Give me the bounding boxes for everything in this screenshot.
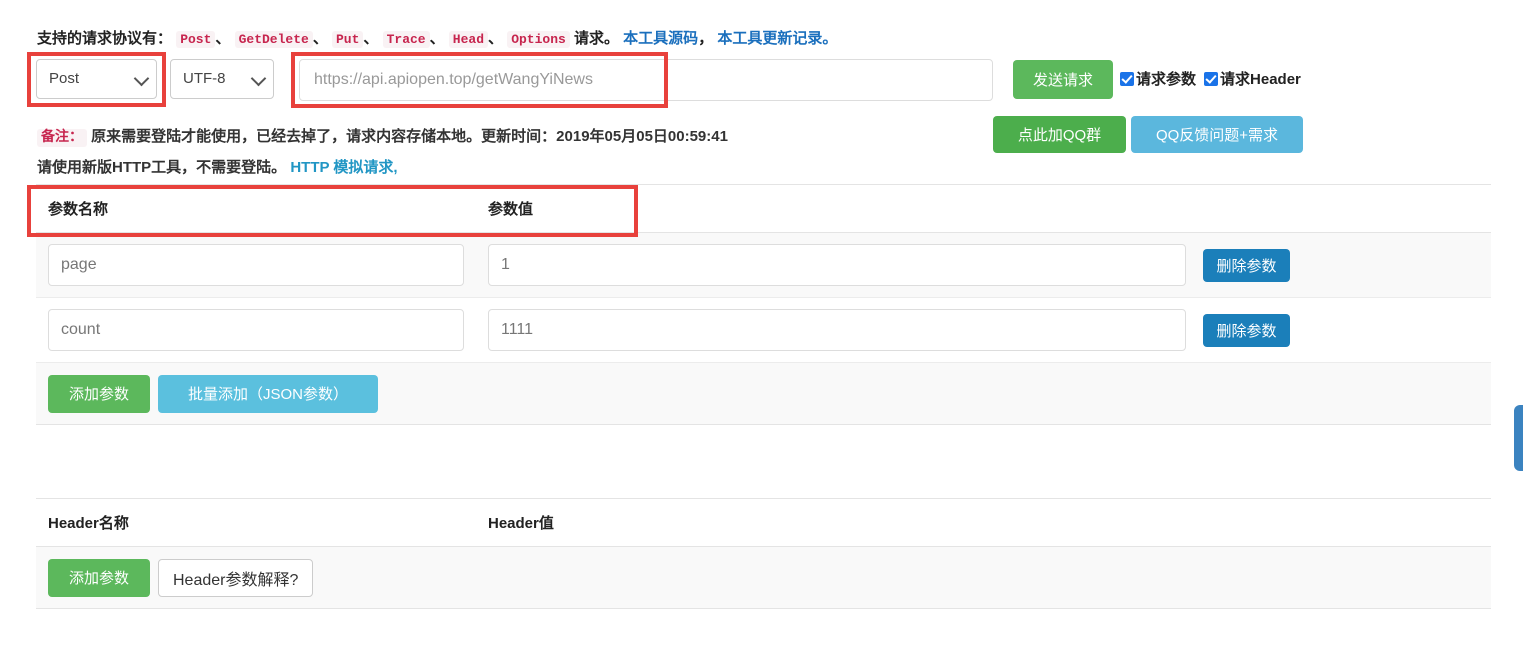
param-action-cell: 删除参数 — [1191, 313, 1491, 347]
note-block: 备注： 原来需要登陆才能使用，已经去掉了，请求内容存储本地。更新时间：2019年… — [37, 122, 728, 183]
method-tag-options: Options — [507, 31, 570, 48]
request-params-checkbox[interactable] — [1120, 72, 1134, 86]
chevron-down-icon — [133, 70, 150, 87]
send-request-button[interactable]: 发送请求 — [1013, 60, 1113, 99]
protocol-separator: 、 — [312, 30, 328, 47]
header-help-button[interactable]: Header参数解释? — [158, 558, 314, 597]
header-col-name: Header名称 — [48, 515, 129, 532]
params-table-footer: 添加参数 批量添加（JSON参数） — [36, 363, 1491, 425]
param-name-cell — [36, 244, 476, 286]
param-name-input[interactable] — [48, 244, 464, 286]
table-row: 删除参数 — [36, 233, 1491, 298]
method-select-value: Post — [49, 70, 80, 87]
method-select[interactable]: Post — [36, 59, 157, 99]
param-action-cell: 删除参数 — [1191, 248, 1491, 282]
charset-select-value: UTF-8 — [183, 70, 226, 87]
protocol-separator: 、 — [215, 30, 231, 47]
protocol-separator: 、 — [363, 30, 379, 47]
update-log-link[interactable]: 本工具更新记录。 — [717, 30, 837, 47]
link-separator: ， — [698, 30, 714, 47]
add-header-button[interactable]: 添加参数 — [48, 558, 150, 597]
note-tag: 备注： — [37, 129, 87, 147]
param-value-cell — [476, 309, 1191, 351]
headers-table-header: Header名称 Header值 — [36, 499, 1491, 547]
param-name-input[interactable] — [48, 309, 464, 351]
delete-param-button[interactable]: 删除参数 — [1203, 313, 1290, 347]
method-tag-put: Put — [332, 31, 364, 48]
request-header-label: 请求Header — [1220, 71, 1301, 88]
param-value-input[interactable] — [488, 309, 1186, 351]
request-params-label: 请求参数 — [1136, 71, 1197, 88]
method-tag-getdelete: GetDelete — [234, 31, 313, 48]
note-line-1: 原来需要登陆才能使用，已经去掉了，请求内容存储本地。更新时间：2019年05月0… — [91, 128, 728, 145]
note-line-2-prefix: 请使用新版HTTP工具，不需要登陆。 — [37, 159, 287, 176]
header-col-value: Header值 — [488, 515, 554, 532]
source-code-link[interactable]: 本工具源码 — [623, 30, 698, 47]
param-value-input[interactable] — [488, 244, 1186, 286]
param-name-cell — [36, 309, 476, 351]
http-simulate-request-link[interactable]: HTTP 模拟请求, — [290, 159, 397, 176]
protocol-lead-label: 支持的请求协议有： — [37, 30, 173, 47]
protocol-separator: 、 — [488, 30, 504, 47]
params-col-name: 参数名称 — [48, 201, 109, 218]
table-row: 删除参数 — [36, 298, 1491, 363]
protocol-tail-label: 请求。 — [573, 30, 619, 47]
bulk-add-json-button[interactable]: 批量添加（JSON参数） — [158, 374, 378, 413]
qq-feedback-button[interactable]: QQ反馈问题+需求 — [1131, 116, 1303, 153]
delete-param-button[interactable]: 删除参数 — [1203, 248, 1290, 282]
protocol-support-line: 支持的请求协议有： Post、 GetDelete、 Put、 Trace、 H… — [37, 27, 837, 52]
add-param-button[interactable]: 添加参数 — [48, 374, 150, 413]
params-col-value: 参数值 — [488, 201, 534, 218]
method-tag-post: Post — [176, 31, 216, 48]
note-line-2: 请使用新版HTTP工具，不需要登陆。 HTTP 模拟请求, — [37, 153, 728, 183]
param-value-cell — [476, 244, 1191, 286]
method-tag-trace: Trace — [382, 31, 430, 48]
url-input[interactable] — [299, 59, 993, 101]
headers-table-footer: 添加参数 Header参数解释? — [36, 547, 1491, 609]
params-table-header: 参数名称 参数值 — [36, 185, 1491, 233]
chevron-down-icon — [250, 70, 267, 87]
protocol-separator: 、 — [429, 30, 445, 47]
params-table: 参数名称 参数值 删除参数 删除参数 添加参数 批量添加（JSON参数） — [36, 184, 1491, 425]
charset-select[interactable]: UTF-8 — [170, 59, 274, 99]
headers-table: Header名称 Header值 添加参数 Header参数解释? — [36, 498, 1491, 609]
side-panel-handle[interactable] — [1514, 405, 1523, 471]
join-qq-group-button[interactable]: 点此加QQ群 — [993, 116, 1126, 153]
request-options-group: 请求参数 请求Header — [1120, 68, 1309, 89]
method-tag-head: Head — [448, 31, 489, 48]
request-header-checkbox[interactable] — [1204, 72, 1219, 86]
